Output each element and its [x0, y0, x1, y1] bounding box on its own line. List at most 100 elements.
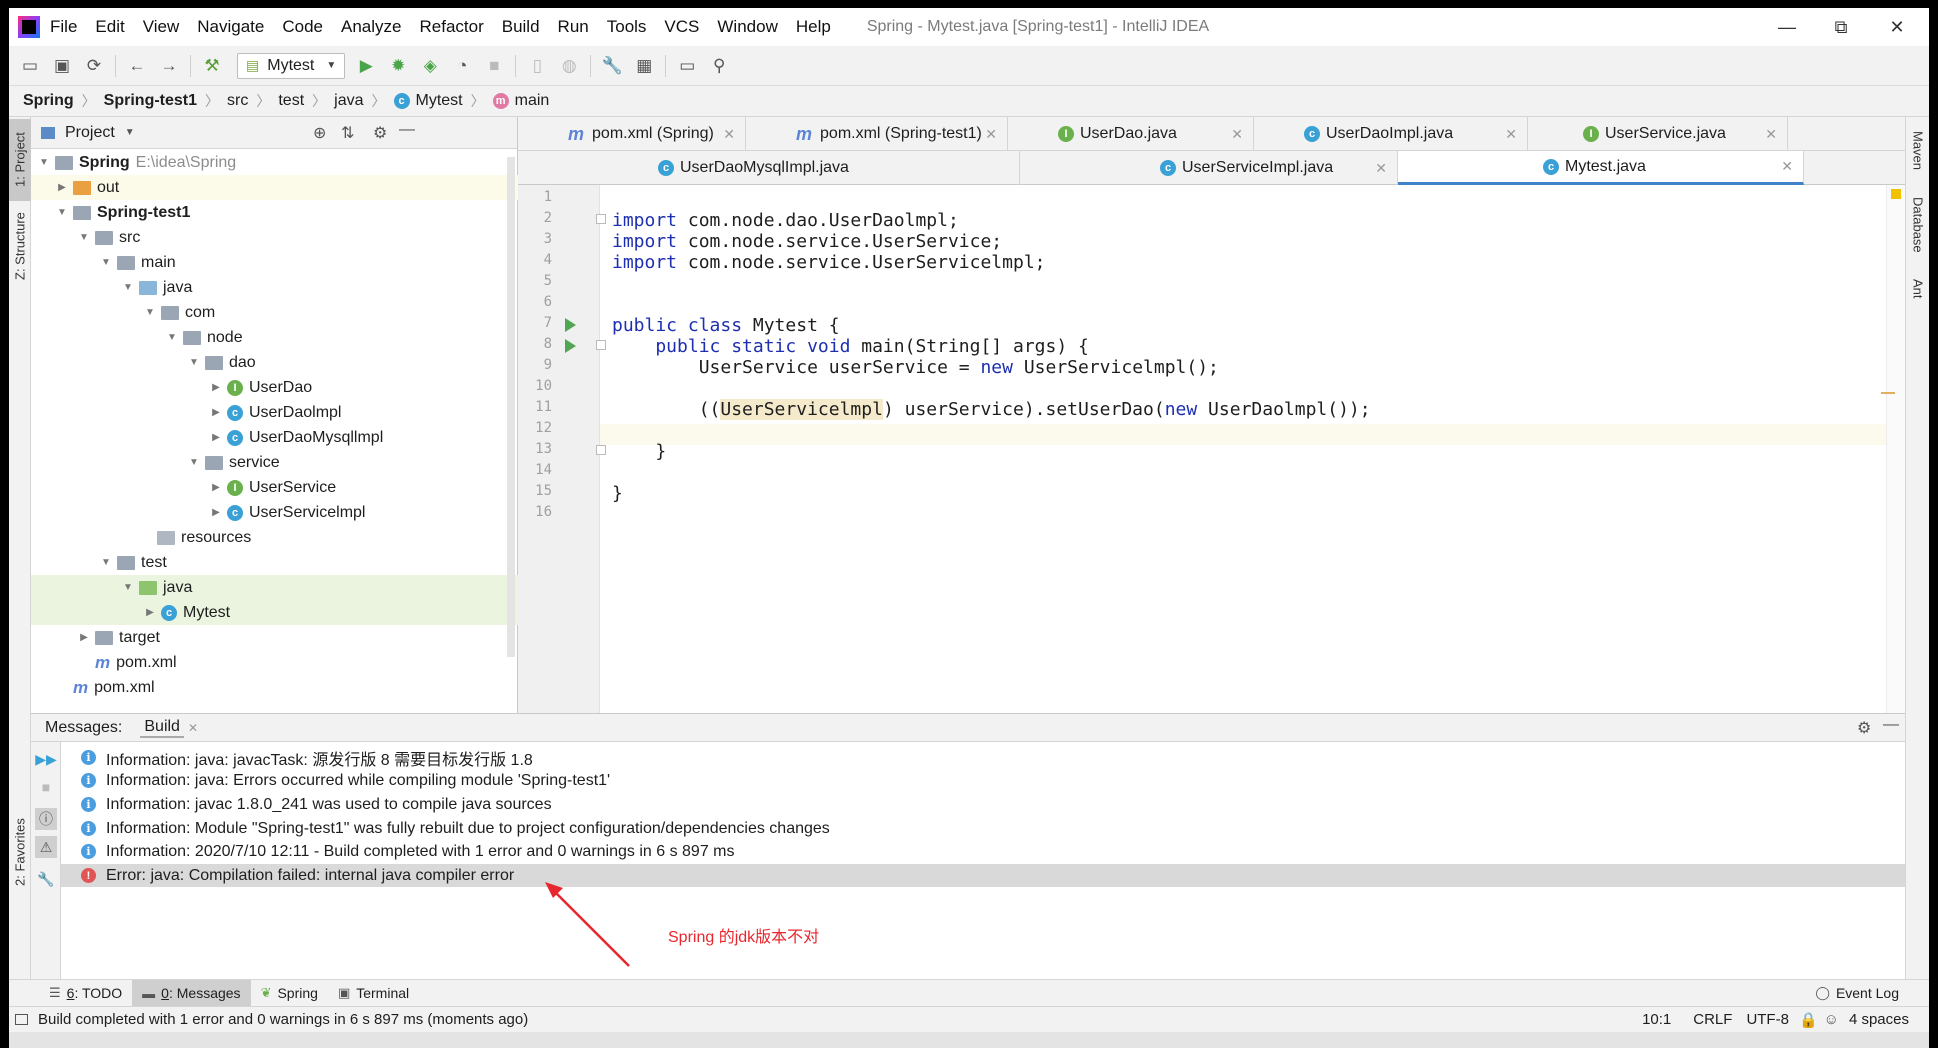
warning-marker[interactable]	[1881, 392, 1895, 394]
wrench-icon[interactable]: 🔧	[35, 868, 57, 890]
menu-tools[interactable]: Tools	[607, 17, 647, 37]
breadcrumb-item[interactable]: Mytest	[416, 92, 463, 110]
project-structure-icon[interactable]: ▦	[633, 55, 655, 77]
profile-icon[interactable]: ◔	[451, 55, 473, 77]
line-separator[interactable]: CRLF	[1693, 1011, 1732, 1028]
close-icon[interactable]: ✕	[1231, 126, 1243, 143]
warning-filter-icon[interactable]: ⚠	[35, 836, 57, 858]
collapsed-arrow-icon[interactable]: ▶	[209, 382, 223, 393]
status-message[interactable]: Build completed with 1 error and 0 warni…	[38, 1011, 528, 1028]
message-row[interactable]: i Information: 2020/7/10 12:11 - Build c…	[61, 840, 1905, 863]
locate-icon[interactable]: ⊕	[313, 123, 326, 143]
tab-pom-spring-test1[interactable]: m pom.xml (Spring-test1) ✕	[746, 117, 1008, 151]
tab-pom-spring[interactable]: m pom.xml (Spring) ✕	[518, 117, 746, 151]
tree-item[interactable]: ▶ target	[31, 625, 518, 650]
tree-item[interactable]: ▶ c UserDaoMysqllmpl	[31, 425, 518, 450]
tab-database[interactable]: Database	[1906, 185, 1929, 265]
message-row[interactable]: i Information: javac 1.8.0_241 was used …	[61, 793, 1905, 816]
close-icon[interactable]: ✕	[1505, 126, 1517, 143]
tree-item[interactable]: ▼ main	[31, 250, 518, 275]
coverage-icon[interactable]: ◈	[419, 55, 441, 77]
tab-messages[interactable]: ▬ 0: Messages	[132, 979, 251, 1007]
fold-marker-icon[interactable]	[596, 340, 606, 350]
menu-help[interactable]: Help	[796, 17, 831, 37]
collapsed-arrow-icon[interactable]: ▶	[77, 632, 91, 643]
tree-item[interactable]: m pom.xml	[31, 650, 518, 675]
tab-mytest[interactable]: c Mytest.java ✕	[1398, 151, 1804, 185]
scrollbar[interactable]	[507, 157, 515, 657]
info-filter-icon[interactable]: ⓘ	[35, 808, 57, 830]
terminal-window-icon[interactable]: ▭	[676, 55, 698, 77]
menu-vcs[interactable]: VCS	[664, 17, 699, 37]
tab-userservice[interactable]: I UserService.java ✕	[1528, 117, 1788, 151]
collapsed-arrow-icon[interactable]: ▶	[143, 607, 157, 618]
breadcrumb-item[interactable]: src	[227, 92, 248, 110]
lock-icon[interactable]: 🔒	[1799, 1011, 1818, 1029]
menu-window[interactable]: Window	[717, 17, 777, 37]
expand-arrow-icon[interactable]: ▼	[121, 582, 135, 593]
tree-item[interactable]: ▶ I UserDao	[31, 375, 518, 400]
menu-refactor[interactable]: Refactor	[419, 17, 483, 37]
close-icon[interactable]: ✕	[188, 721, 198, 735]
stop-icon[interactable]: ■	[483, 55, 505, 77]
menu-edit[interactable]: Edit	[95, 17, 124, 37]
collapsed-arrow-icon[interactable]: ▶	[209, 432, 223, 443]
code-editor[interactable]: 1 2 3 4 5 6 7 8 9 10 11 12 13 14 15 16 i…	[518, 185, 1905, 713]
collapsed-arrow-icon[interactable]: ▶	[209, 407, 223, 418]
expand-arrow-icon[interactable]: ▼	[143, 307, 157, 318]
inspection-status-icon[interactable]	[1891, 189, 1901, 199]
menu-run[interactable]: Run	[558, 17, 589, 37]
menu-build[interactable]: Build	[502, 17, 540, 37]
tree-item[interactable]: resources	[31, 525, 518, 550]
restore-button[interactable]: ⧉	[1826, 14, 1856, 40]
tree-item[interactable]: ▼ Spring E:\idea\Spring	[31, 150, 518, 175]
tab-todo[interactable]: ☰ 6: TODO	[39, 980, 132, 1007]
tree-item[interactable]: ▼ src	[31, 225, 518, 250]
collapsed-arrow-icon[interactable]: ▶	[209, 507, 223, 518]
fold-marker-icon[interactable]	[596, 214, 606, 224]
breadcrumb-item[interactable]: java	[334, 92, 363, 110]
tab-userserviceimpl[interactable]: c UserServiceImpl.java ✕	[1020, 151, 1398, 185]
close-icon[interactable]: ✕	[985, 126, 997, 143]
tree-item[interactable]: ▶ c UserDaolmpl	[31, 400, 518, 425]
tree-item[interactable]: ▼ java	[31, 575, 518, 600]
tab-ant[interactable]: Ant	[1906, 269, 1929, 309]
tab-userdao[interactable]: I UserDao.java ✕	[1008, 117, 1254, 151]
close-icon[interactable]: ✕	[1765, 126, 1777, 143]
indent-setting[interactable]: 4 spaces	[1849, 1011, 1909, 1028]
open-folder-icon[interactable]: ▭	[19, 55, 41, 77]
expand-arrow-icon[interactable]: ▼	[37, 157, 51, 168]
tab-structure[interactable]: Z: Structure	[9, 205, 31, 287]
tab-build[interactable]: Build	[140, 718, 184, 738]
tree-item[interactable]: ▶ I UserService	[31, 475, 518, 500]
chevron-down-icon[interactable]: ▼	[125, 127, 135, 138]
attach-icon[interactable]: ▯	[526, 55, 548, 77]
close-icon[interactable]: ✕	[1375, 160, 1387, 177]
expand-arrow-icon[interactable]: ▼	[99, 557, 113, 568]
collapsed-arrow-icon[interactable]: ▶	[55, 182, 69, 193]
update-icon[interactable]: ◍	[558, 55, 580, 77]
message-row[interactable]: i Information: Module "Spring-test1" was…	[61, 817, 1905, 840]
tab-maven[interactable]: Maven	[1906, 121, 1929, 181]
expand-arrow-icon[interactable]: ▼	[121, 282, 135, 293]
build-hammer-icon[interactable]: ⚒	[201, 55, 223, 77]
expand-arrow-icon[interactable]: ▼	[77, 232, 91, 243]
tree-item[interactable]: ▶ c Mytest	[31, 600, 518, 625]
menu-navigate[interactable]: Navigate	[197, 17, 264, 37]
tab-terminal[interactable]: ▣ Terminal	[328, 980, 419, 1007]
message-row[interactable]: i Information: java: javacTask: 源发行版 8 需…	[61, 746, 1905, 769]
tab-project[interactable]: 1: Project	[9, 119, 31, 201]
expand-arrow-icon[interactable]: ▼	[165, 332, 179, 343]
message-row[interactable]: i Information: java: Errors occurred whi…	[61, 769, 1905, 792]
settings-wrench-icon[interactable]: 🔧	[601, 55, 623, 77]
collapse-all-icon[interactable]: ⇅	[341, 123, 354, 143]
debug-icon[interactable]: ✹	[387, 55, 409, 77]
tree-item[interactable]: ▼ dao	[31, 350, 518, 375]
fold-marker-icon[interactable]	[596, 445, 606, 455]
inspector-icon[interactable]: ☺	[1824, 1011, 1839, 1028]
breadcrumb-item[interactable]: Spring-test1	[104, 92, 197, 110]
tab-favorites[interactable]: 2: Favorites	[9, 807, 31, 897]
caret-position[interactable]: 10:1	[1642, 1011, 1671, 1028]
stop-icon[interactable]: ■	[35, 776, 57, 798]
tree-item[interactable]: ▶ c UserServicelmpl	[31, 500, 518, 525]
